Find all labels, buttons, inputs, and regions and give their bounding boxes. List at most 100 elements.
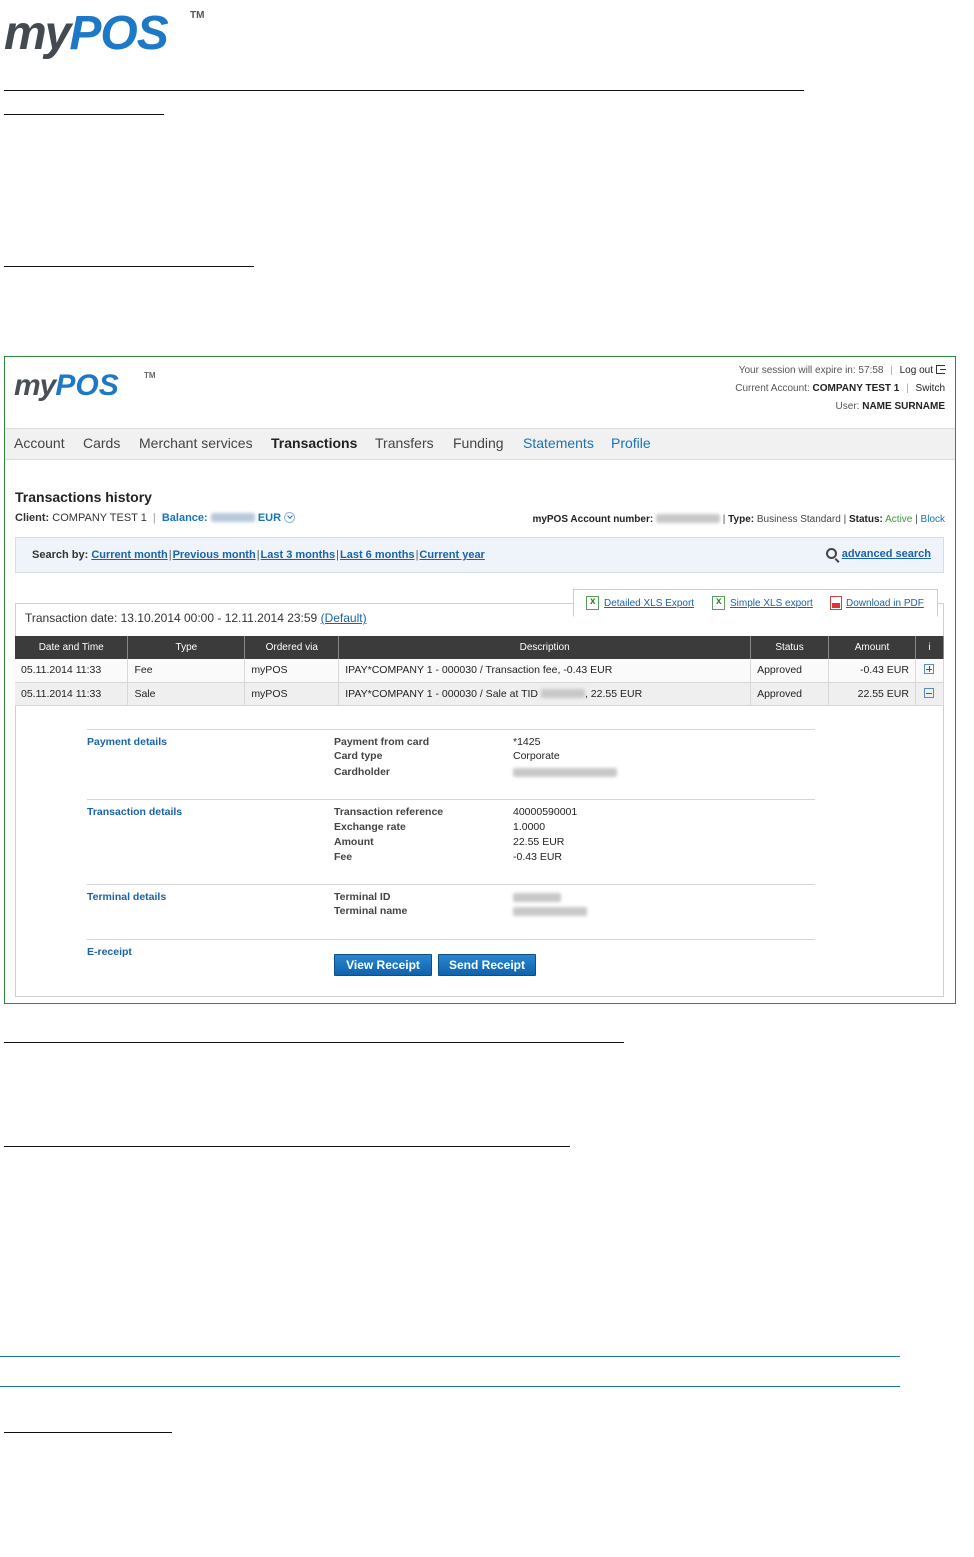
terminal-id-label: Terminal ID: [334, 891, 391, 903]
col-description[interactable]: Description: [338, 636, 752, 659]
cell-type: Fee: [127, 659, 246, 683]
user-name: NAME SURNAME: [862, 401, 945, 412]
cell-via: myPOS: [244, 682, 340, 706]
cell-amount: -0.43 EUR: [828, 659, 916, 683]
switch-account-link[interactable]: Switch: [916, 383, 945, 394]
terminal-name-label: Terminal name: [334, 905, 408, 917]
account-type-label: Type:: [728, 514, 755, 525]
account-info: myPOS Account number: | Type: Business S…: [532, 514, 945, 525]
page-title: Transactions history: [15, 489, 152, 505]
block-account-link[interactable]: Block: [921, 514, 945, 525]
balance-dropdown-icon[interactable]: [284, 512, 296, 523]
balance-label: Balance:: [161, 512, 208, 524]
nav-account[interactable]: Account: [14, 435, 65, 451]
client-name: COMPANY TEST 1: [52, 512, 147, 524]
transaction-details-title: Transaction details: [87, 806, 183, 818]
logo-pos-text: POS: [69, 7, 168, 60]
transaction-date-label: Transaction date: 13.10.2014 00:00 - 12.…: [25, 611, 318, 625]
payment-from-card-value: *1425: [513, 736, 541, 748]
col-date-time[interactable]: Date and Time: [15, 636, 129, 659]
simple-xls-export-link[interactable]: Simple XLS export: [730, 598, 813, 609]
account-status-label: Status:: [849, 514, 883, 525]
amount-value: 22.55 EUR: [513, 836, 565, 848]
transaction-reference-value: 40000590001: [513, 806, 578, 818]
logout-link[interactable]: Log out: [900, 365, 933, 376]
terminal-id-redacted: [513, 893, 561, 902]
account-number-redacted: [655, 514, 720, 523]
table-row[interactable]: 05.11.2014 11:33 Fee myPOS IPAY*COMPANY …: [15, 659, 945, 683]
search-by: Search by: Current month|Previous month|…: [32, 549, 485, 561]
logo-pos-text: POS: [55, 369, 119, 402]
expand-plus-icon[interactable]: [924, 664, 935, 675]
search-by-label: Search by:: [32, 549, 89, 561]
description-prefix: IPAY*COMPANY 1 - 000030 / Sale at TID: [345, 687, 539, 700]
doc-rule: [4, 1146, 570, 1147]
export-tabs: Detailed XLS Export Simple XLS export Do…: [573, 589, 938, 617]
search-bar: Search by: Current month|Previous month|…: [15, 537, 944, 573]
logout-icon[interactable]: [936, 365, 946, 374]
search-last-6-months[interactable]: Last 6 months: [340, 549, 415, 561]
card-type-value: Corporate: [513, 750, 560, 762]
col-info: i: [915, 636, 945, 659]
advanced-search-link[interactable]: advanced search: [842, 548, 931, 560]
cell-description: IPAY*COMPANY 1 - 000030 / Transaction fe…: [338, 659, 752, 683]
doc-rule-blue: [0, 1386, 900, 1387]
nav-transfers[interactable]: Transfers: [375, 435, 434, 451]
nav-profile[interactable]: Profile: [611, 435, 651, 451]
col-status[interactable]: Status: [750, 636, 830, 659]
balance-currency: EUR: [257, 512, 282, 524]
col-amount[interactable]: Amount: [828, 636, 916, 659]
xls-icon[interactable]: [586, 596, 599, 610]
cell-via: myPOS: [244, 659, 340, 683]
xls-icon[interactable]: [712, 596, 725, 610]
search-current-year[interactable]: Current year: [419, 549, 484, 561]
fee-value: -0.43 EUR: [513, 851, 563, 863]
nav-transactions[interactable]: Transactions: [271, 435, 357, 451]
download-pdf-link[interactable]: Download in PDF: [846, 598, 924, 609]
doc-rule: [4, 266, 254, 267]
app-logo[interactable]: myPOS TM: [14, 369, 164, 405]
pdf-icon[interactable]: [830, 596, 842, 610]
search-last-3-months[interactable]: Last 3 months: [261, 549, 336, 561]
logo-trademark: TM: [144, 371, 156, 380]
account-type: Business Standard: [756, 514, 841, 525]
nav-cards[interactable]: Cards: [83, 435, 120, 451]
account-number-label: myPOS Account number:: [532, 514, 654, 525]
send-receipt-button[interactable]: Send Receipt: [438, 954, 536, 976]
description-suffix: , 22.55 EUR: [584, 687, 643, 700]
collapse-minus-icon[interactable]: [924, 687, 935, 698]
user-label: User:: [835, 401, 860, 412]
detailed-xls-export-link[interactable]: Detailed XLS Export: [604, 598, 694, 609]
cell-status: Approved: [750, 682, 830, 706]
client-info: Client: COMPANY TEST 1 | Balance: EUR: [15, 512, 296, 524]
transaction-details: Transaction details Transaction referenc…: [87, 799, 815, 884]
nav-statements[interactable]: Statements: [523, 435, 594, 451]
default-range-link[interactable]: (Default): [321, 611, 367, 625]
payment-details: Payment details Payment from card *1425 …: [87, 729, 815, 799]
tid-redacted: [540, 688, 585, 698]
card-type-label: Card type: [334, 750, 383, 762]
e-receipt-title: E-receipt: [87, 946, 132, 958]
current-account-name: COMPANY TEST 1: [812, 383, 900, 394]
view-receipt-button[interactable]: View Receipt: [334, 954, 432, 976]
search-previous-month[interactable]: Previous month: [173, 549, 256, 561]
doc-rule: [4, 1432, 172, 1433]
payment-from-card-label: Payment from card: [334, 736, 430, 748]
col-type[interactable]: Type: [127, 636, 246, 659]
app-header: myPOS TM Your session will expire in: 57…: [5, 357, 955, 427]
search-current-month[interactable]: Current month: [91, 549, 167, 561]
table-header-row: Date and Time Type Ordered via Descripti…: [15, 636, 945, 659]
doc-rule: [4, 1042, 624, 1043]
table-row[interactable]: 05.11.2014 11:33 Sale myPOS IPAY*COMPANY…: [15, 682, 945, 706]
nav-funding[interactable]: Funding: [453, 435, 504, 451]
payment-details-title: Payment details: [87, 736, 167, 748]
nav-merchant-services[interactable]: Merchant services: [139, 435, 253, 451]
advanced-search[interactable]: advanced search: [825, 548, 931, 560]
magnifier-icon[interactable]: [825, 548, 837, 559]
cell-date: 05.11.2014 11:33: [15, 659, 129, 683]
amount-label: Amount: [334, 836, 374, 848]
fee-label: Fee: [334, 851, 353, 863]
balance-value-redacted: [210, 513, 255, 522]
col-ordered-via[interactable]: Ordered via: [244, 636, 340, 659]
app-screenshot: myPOS TM Your session will expire in: 57…: [4, 356, 956, 1004]
